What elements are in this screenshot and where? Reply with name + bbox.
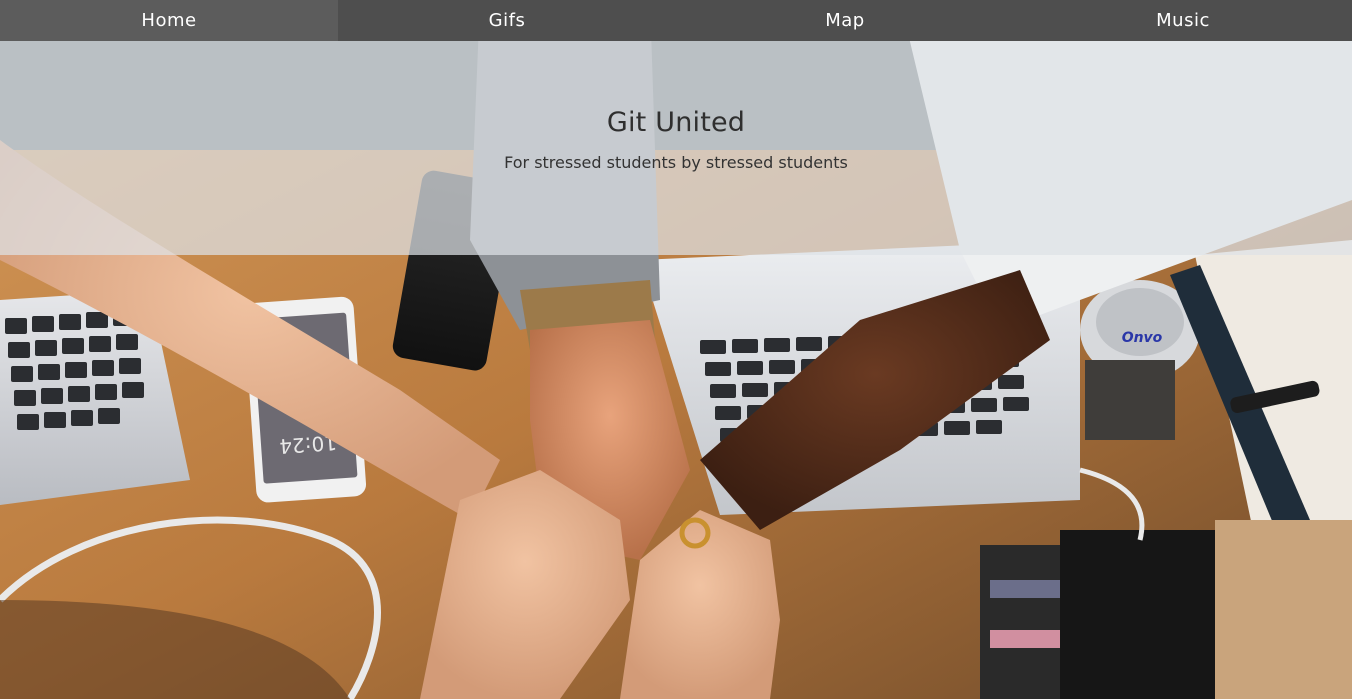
nav-link-home[interactable]: Home <box>0 0 338 41</box>
nav-link-music[interactable]: Music <box>1014 0 1352 41</box>
nav-link-gifs[interactable]: Gifs <box>338 0 676 41</box>
site-tagline: For stressed students by stressed studen… <box>504 153 848 172</box>
nav-link-map[interactable]: Map <box>676 0 1014 41</box>
top-nav-bar: Home Gifs Map Music <box>0 0 1352 41</box>
site-title: Git United <box>606 107 746 138</box>
cup-text: Onvo <box>1122 330 1163 346</box>
hero-banner: Git United For stressed students by stre… <box>0 41 1352 255</box>
